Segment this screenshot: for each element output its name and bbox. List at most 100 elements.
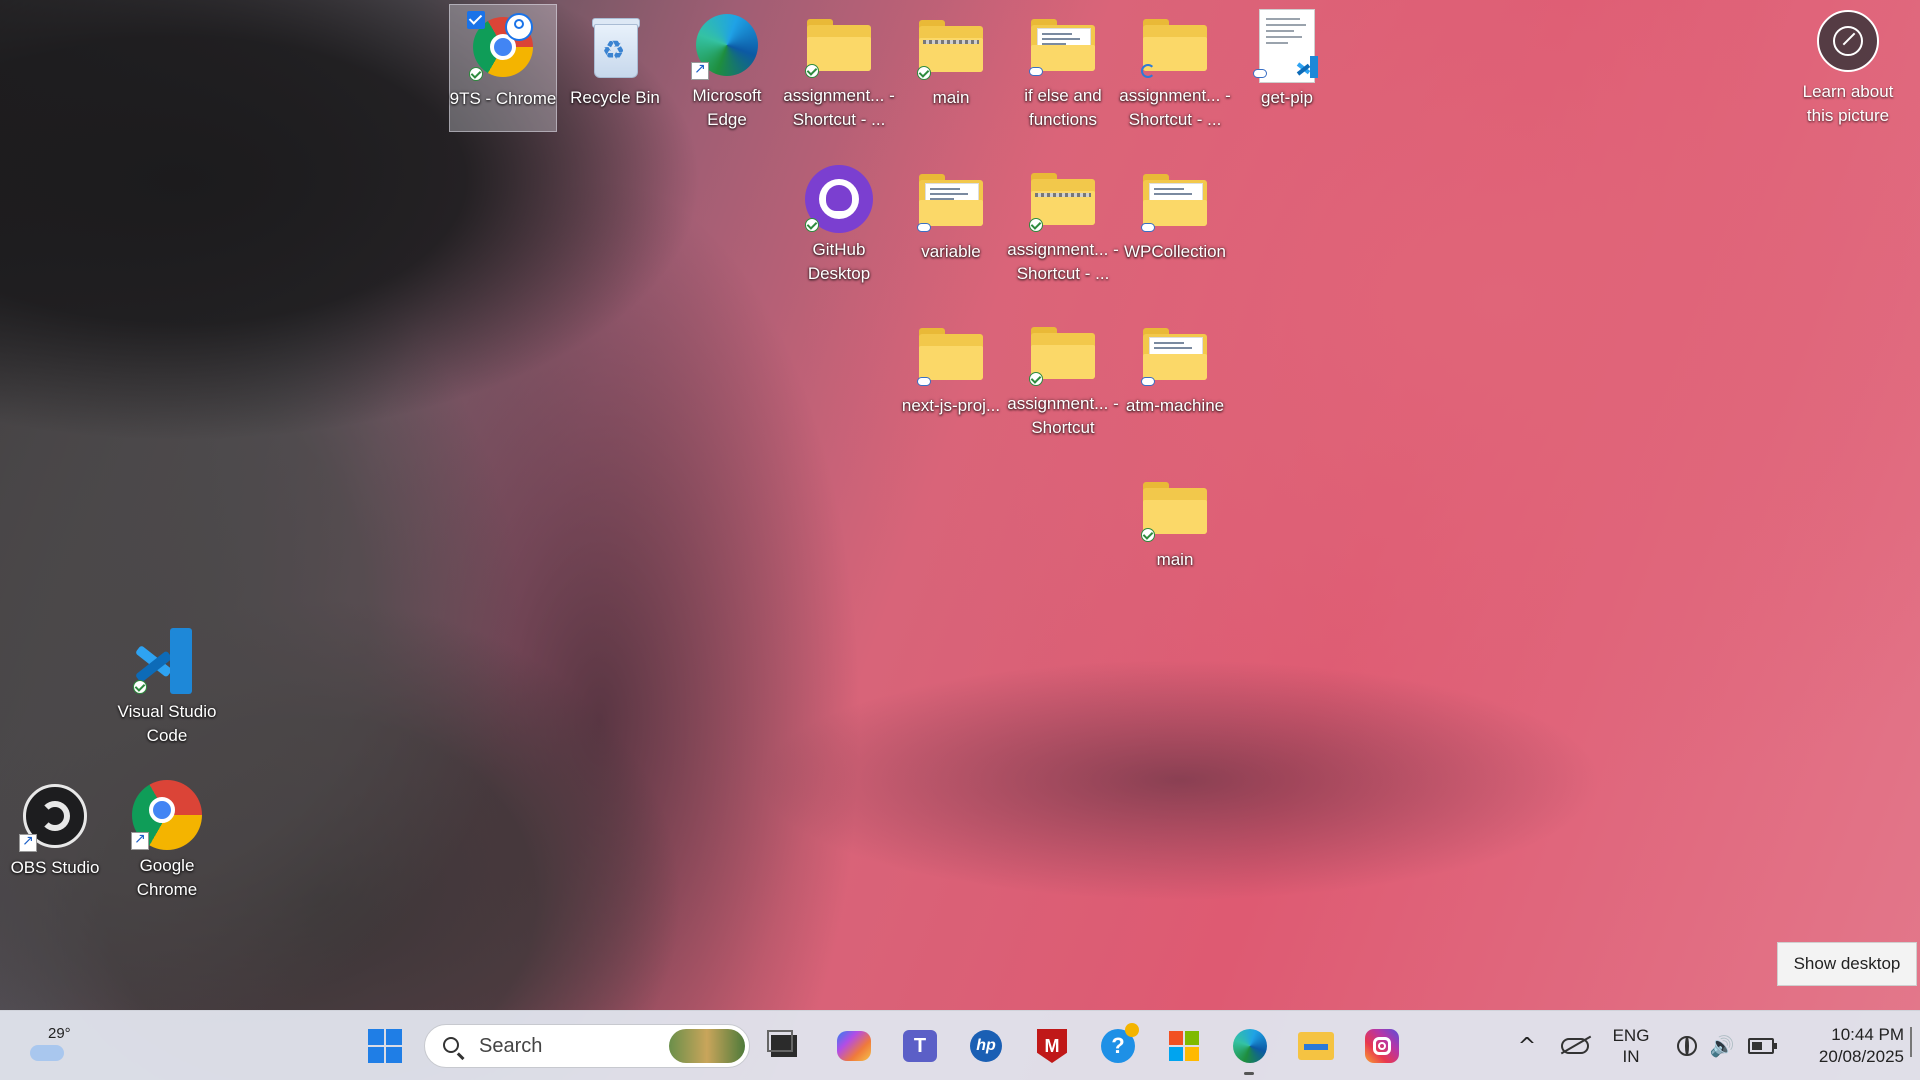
icon-label: variable (921, 242, 981, 261)
edge-icon (691, 10, 763, 80)
folder-with-document-icon (915, 164, 987, 236)
icon-label: get-pip (1261, 88, 1313, 107)
desktop-icon-main-folder[interactable]: main (1121, 466, 1229, 594)
hp-app-button[interactable]: hp (964, 1025, 1008, 1067)
input-language-indicator[interactable]: ENG IN (1606, 1025, 1656, 1067)
running-indicator (1244, 1072, 1254, 1075)
camera-icon (1817, 10, 1879, 72)
clock-time: 10:44 PM (1831, 1025, 1904, 1044)
get-help-button[interactable]: ? (1096, 1023, 1140, 1067)
onedrive-tray-button[interactable] (1560, 1025, 1590, 1067)
synced-check-icon (1029, 218, 1043, 232)
desktop-icon-next-js-project[interactable]: next-js-proj... (897, 312, 1005, 440)
icon-label: assignment... - Shortcut - ... (1007, 240, 1119, 283)
desktop-icon-main-zip[interactable]: main (897, 4, 1005, 132)
search-box[interactable]: Search (424, 1024, 750, 1068)
icon-label: Recycle Bin (570, 88, 660, 107)
synced-check-icon (1141, 528, 1155, 542)
icon-label: assignment... - Shortcut - ... (1119, 86, 1231, 129)
search-highlight-image (669, 1029, 745, 1063)
battery-button[interactable] (1746, 1025, 1777, 1067)
desktop-icon-atm-machine[interactable]: atm-machine (1121, 312, 1229, 440)
obs-icon (19, 780, 91, 852)
desktop-icon-google-chrome[interactable]: Google Chrome (113, 774, 221, 902)
vscode-small-icon (1296, 56, 1320, 78)
store-icon (1169, 1031, 1199, 1061)
icon-label: WPCollection (1123, 242, 1227, 261)
desktop-icon-get-pip[interactable]: get-pip (1233, 4, 1341, 132)
edge-icon (1233, 1029, 1267, 1063)
cloud-status-icon (1141, 223, 1155, 232)
desktop-icon-recycle-bin[interactable]: ♻ Recycle Bin (561, 4, 669, 132)
clock-button[interactable]: 10:44 PM 20/08/2025 (1782, 1025, 1904, 1067)
chrome-icon (131, 780, 203, 850)
show-desktop-button[interactable] (1910, 1027, 1912, 1057)
desktop-icon-wpcollection[interactable]: WPCollection (1121, 158, 1229, 286)
desktop-icon-obs-studio[interactable]: OBS Studio (1, 774, 109, 902)
weather-temperature: 29° (48, 1025, 71, 1042)
language-region: IN (1622, 1047, 1640, 1066)
shortcut-arrow-icon (19, 833, 37, 852)
icon-label: assignment... - Shortcut (1007, 394, 1119, 437)
icon-label: assignment... - Shortcut - ... (783, 86, 895, 129)
desktop-icon-variable[interactable]: variable (897, 158, 1005, 286)
instagram-button[interactable] (1360, 1025, 1404, 1067)
weather-cloud-icon (30, 1045, 64, 1061)
synced-check-icon (917, 66, 931, 80)
github-icon (803, 164, 875, 234)
icon-label: atm-machine (1125, 396, 1225, 415)
search-placeholder: Search (479, 1035, 543, 1057)
instagram-icon (1365, 1029, 1399, 1063)
synced-check-icon (805, 218, 819, 232)
desktop-icon-assignment-shortcut-2[interactable]: assignment... - Shortcut - ... (1119, 4, 1231, 132)
cloud-status-icon (1253, 69, 1267, 78)
desktop-icon-if-else-and-functions[interactable]: if else and functions (1009, 4, 1117, 132)
folder-icon (1139, 10, 1211, 80)
network-button[interactable] (1674, 1025, 1700, 1067)
edge-taskbar-button[interactable] (1228, 1025, 1272, 1075)
cloud-status-icon (917, 223, 931, 232)
onedrive-offline-icon (1561, 1038, 1589, 1054)
desktop-icon-microsoft-edge[interactable]: Microsoft Edge (673, 4, 781, 132)
desktop-icon-assignment-shortcut-4[interactable]: assignment... - Shortcut (1007, 312, 1119, 440)
desktop-icon-visual-studio-code[interactable]: Visual Studio Code (113, 620, 221, 748)
profile-icon (505, 13, 533, 41)
cloud-status-icon (1141, 377, 1155, 386)
folder-with-document-icon (1139, 164, 1211, 236)
icon-label: Visual Studio Code (117, 702, 217, 745)
volume-button[interactable]: 🔊 (1708, 1025, 1736, 1067)
teams-icon: T (903, 1030, 937, 1062)
speaker-icon: 🔊 (1709, 1034, 1735, 1058)
cloud-status-icon (917, 377, 931, 386)
microsoft-store-button[interactable] (1162, 1025, 1206, 1067)
shortcut-arrow-icon (131, 831, 149, 850)
desktop-icon-github-desktop[interactable]: GitHub Desktop (785, 158, 893, 286)
desktop-icon-assignment-shortcut-1[interactable]: assignment... - Shortcut - ... (783, 4, 895, 132)
chrome-icon (467, 11, 539, 83)
weather-widget[interactable]: 29° (24, 1025, 84, 1067)
mcafee-button[interactable]: M (1030, 1025, 1074, 1067)
copilot-icon (837, 1031, 871, 1061)
battery-icon (1748, 1038, 1777, 1054)
teams-button[interactable]: T (898, 1025, 942, 1067)
taskbar: 29° Search T hp M ? ^ ENG IN 🔊 10:44 PM … (0, 1010, 1920, 1080)
desktop-icon-assignment-shortcut-3[interactable]: assignment... - Shortcut - ... (1007, 158, 1119, 286)
show-hidden-icons-button[interactable]: ^ (1512, 1025, 1542, 1067)
learn-about-this-picture[interactable]: Learn about this picture (1790, 10, 1906, 128)
task-view-icon (767, 1030, 797, 1057)
globe-icon (1677, 1036, 1697, 1056)
zip-folder-icon (1027, 164, 1099, 234)
synced-check-icon (805, 64, 819, 78)
copilot-button[interactable] (832, 1025, 876, 1067)
start-button[interactable] (366, 1025, 404, 1067)
selection-checkbox-icon[interactable] (467, 11, 485, 29)
python-file-icon (1251, 9, 1323, 83)
icon-label: GitHub Desktop (807, 240, 871, 283)
clock-date: 20/08/2025 (1818, 1047, 1904, 1066)
folder-icon (803, 10, 875, 80)
language-code: ENG (1612, 1026, 1650, 1045)
sync-pending-icon (1141, 64, 1155, 78)
file-explorer-button[interactable] (1294, 1025, 1338, 1067)
task-view-button[interactable] (762, 1025, 806, 1067)
desktop-icon-9ts-chrome[interactable]: 9TS - Chrome (449, 4, 557, 132)
